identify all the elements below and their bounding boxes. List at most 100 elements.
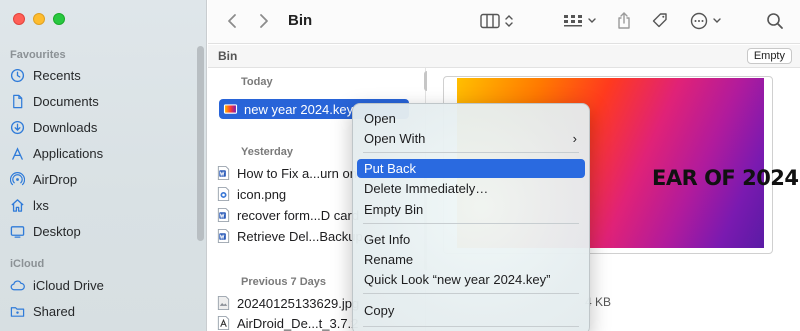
shared-folder-icon	[10, 306, 25, 317]
sidebar-item-label: AirDrop	[33, 171, 78, 187]
image-file-icon	[217, 186, 230, 202]
menu-item-rename[interactable]: Rename	[357, 250, 585, 269]
menu-item-open[interactable]: Open	[357, 109, 585, 128]
sidebar: Favourites Recents Documents Downloads A…	[0, 0, 207, 331]
file-name: AirDroid_De...t_3.7.2	[237, 315, 359, 331]
sidebar-item-documents[interactable]: Documents	[10, 90, 99, 112]
sidebar-section-favourites: Favourites	[10, 49, 66, 61]
image-file-icon	[217, 295, 230, 311]
menu-separator	[363, 293, 579, 294]
tag-button[interactable]	[651, 10, 669, 32]
chevron-down-icon	[713, 18, 721, 23]
sidebar-item-label: Recents	[33, 67, 81, 83]
list-item[interactable]: recover form...D card	[216, 205, 359, 225]
sidebar-item-label: lxs	[33, 197, 49, 213]
sidebar-item-label: Downloads	[33, 119, 98, 135]
sidebar-item-icloud-drive[interactable]: iCloud Drive	[10, 274, 104, 296]
menu-item-empty-bin[interactable]: Empty Bin	[357, 200, 585, 219]
more-actions-button[interactable]	[690, 10, 722, 32]
file-name: How to Fix a...urn on	[237, 165, 357, 181]
tag-icon	[652, 13, 667, 28]
menu-item-label: Get Info	[364, 232, 411, 247]
menu-item-quick-look[interactable]: Quick Look “new year 2024.key”	[357, 270, 585, 289]
search-icon	[767, 13, 783, 29]
share-icon	[618, 12, 630, 29]
menu-item-delete-immediately[interactable]: Delete Immediately…	[357, 179, 585, 198]
file-name: icon.png	[237, 186, 287, 202]
chevron-right-icon: ›	[572, 131, 577, 146]
sidebar-item-applications[interactable]: Applications	[10, 142, 103, 164]
menu-item-label: Put Back	[364, 161, 417, 176]
chevron-down-icon	[588, 18, 596, 23]
zoom-window-button[interactable]	[53, 13, 65, 25]
home-icon	[11, 198, 24, 212]
toolbar: Bin	[208, 0, 800, 44]
empty-bin-button[interactable]: Empty	[746, 48, 792, 64]
sidebar-item-home[interactable]: lxs	[10, 194, 49, 216]
preview-slide-text: EAR OF 2024	[652, 166, 799, 190]
window-controls	[13, 13, 65, 25]
cloud-icon	[10, 279, 25, 290]
back-button[interactable]	[226, 10, 238, 32]
minimize-window-button[interactable]	[33, 13, 45, 25]
download-icon	[10, 120, 25, 134]
applications-icon	[12, 146, 23, 160]
menu-item-label: Copy	[364, 303, 395, 318]
app-file-icon	[217, 315, 230, 331]
sidebar-item-label: Applications	[33, 145, 104, 161]
close-window-button[interactable]	[13, 13, 25, 25]
list-item[interactable]: icon.png	[216, 184, 286, 204]
clock-icon	[10, 68, 25, 82]
menu-item-label: Delete Immediately…	[364, 181, 489, 196]
sidebar-item-downloads[interactable]: Downloads	[10, 116, 97, 138]
word-document-icon	[217, 228, 230, 244]
sidebar-item-desktop[interactable]: Desktop	[10, 220, 81, 242]
group-header-previous-7-days: Previous 7 Days	[241, 276, 326, 288]
share-button[interactable]	[616, 10, 632, 32]
sidebar-item-recents[interactable]: Recents	[10, 64, 81, 86]
list-item[interactable]: 20240125133629.jpg	[216, 293, 359, 313]
list-item[interactable]: How to Fix a...urn on	[216, 163, 357, 183]
search-button[interactable]	[766, 10, 784, 32]
file-name: new year 2024.key	[244, 101, 354, 117]
context-menu: Open Open With › Put Back Delete Immediat…	[352, 103, 590, 331]
sidebar-section-icloud: iCloud	[10, 258, 45, 270]
menu-item-copy[interactable]: Copy	[357, 301, 585, 320]
window-title: Bin	[288, 12, 313, 29]
sidebar-item-airdrop[interactable]: AirDrop	[10, 168, 77, 190]
keynote-file-icon	[223, 104, 238, 114]
menu-item-open-with[interactable]: Open With ›	[357, 129, 585, 148]
menu-item-label: Empty Bin	[364, 202, 424, 217]
airdrop-icon	[10, 171, 25, 185]
grid-icon	[564, 15, 582, 27]
forward-button[interactable]	[258, 10, 270, 32]
word-document-icon	[217, 165, 230, 181]
sidebar-item-label: Documents	[33, 93, 99, 109]
menu-item-label: Quick Look “new year 2024.key”	[364, 272, 551, 287]
group-header-yesterday: Yesterday	[241, 146, 293, 158]
path-bar: Bin Empty	[208, 45, 800, 68]
sidebar-scrollbar[interactable]	[197, 46, 204, 241]
sidebar-item-label: Desktop	[33, 223, 81, 239]
columns-view-icon	[480, 13, 500, 29]
group-button[interactable]	[563, 10, 597, 32]
sidebar-item-label: iCloud Drive	[33, 277, 104, 293]
menu-item-put-back[interactable]: Put Back	[357, 159, 585, 178]
view-columns-button[interactable]	[480, 10, 514, 32]
menu-item-get-info[interactable]: Get Info	[357, 230, 585, 249]
group-header-today: Today	[241, 76, 273, 88]
sidebar-item-shared[interactable]: Shared	[10, 300, 75, 322]
menu-item-label: Rename	[364, 252, 414, 267]
chevron-right-icon	[260, 14, 268, 28]
menu-separator	[363, 326, 579, 327]
sidebar-item-label: Shared	[33, 303, 75, 319]
chevron-left-icon	[228, 14, 236, 28]
list-item[interactable]: AirDroid_De...t_3.7.2	[216, 313, 358, 331]
list-item[interactable]: Retrieve Del...Backup	[216, 226, 363, 246]
path-bar-title: Bin	[218, 49, 238, 63]
menu-item-label: Open With	[364, 131, 426, 146]
word-document-icon	[217, 207, 230, 223]
file-name: Retrieve Del...Backup	[237, 228, 363, 244]
menu-separator	[363, 223, 579, 224]
menu-item-label: Open	[364, 111, 396, 126]
